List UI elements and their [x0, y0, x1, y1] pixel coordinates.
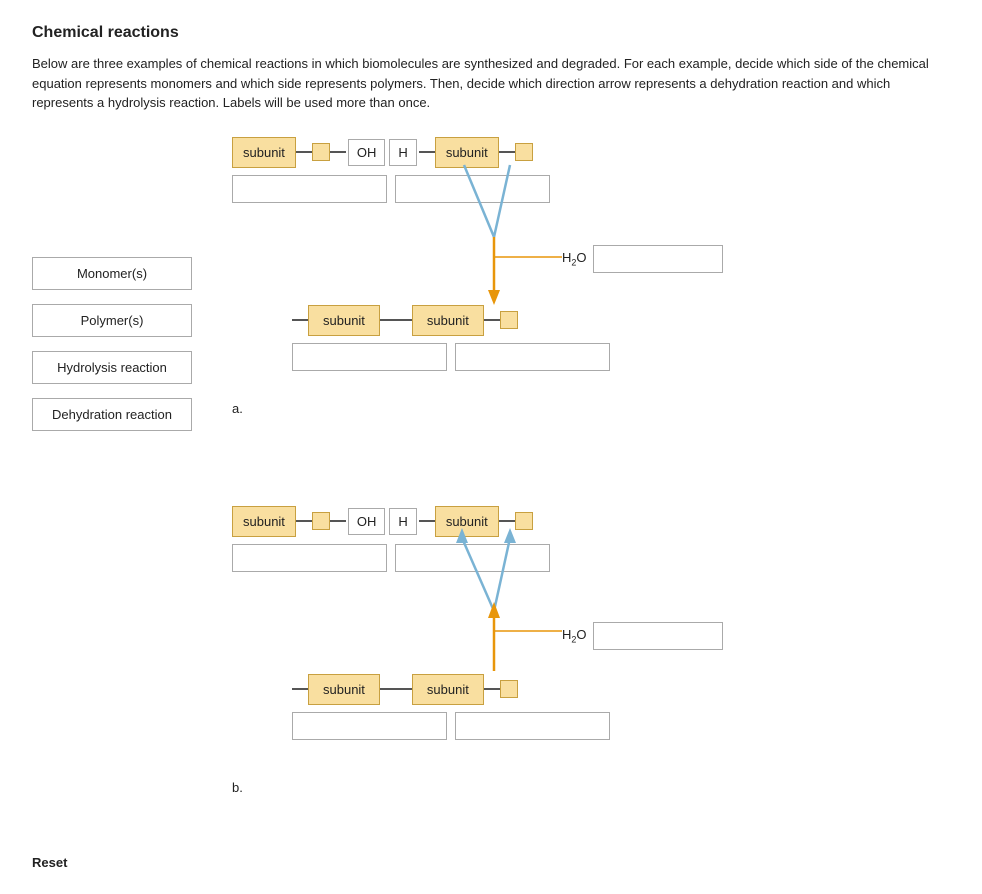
diag-b-drop-tr[interactable]	[395, 544, 550, 572]
diagram-a: subunit OH H subunit	[232, 137, 792, 397]
diagram-a-top-row: subunit OH H subunit	[232, 137, 533, 168]
connector-b-tr	[419, 520, 435, 522]
page-title: Chemical reactions	[32, 24, 950, 42]
connector-a-tr2	[499, 151, 515, 153]
diagram-a-section: subunit OH H subunit	[232, 137, 950, 416]
labels-panel: Monomer(s) Polymer(s) Hydrolysis reactio…	[32, 137, 232, 845]
diag-b-h2o-area: H2O	[562, 622, 723, 650]
diag-a-drop-tr[interactable]	[395, 175, 550, 203]
diag-b-h: H	[389, 508, 416, 535]
diag-a-subunit-tr: subunit	[435, 137, 499, 168]
connector-a-tl2	[330, 151, 346, 153]
diag-b-drop-tl[interactable]	[232, 544, 387, 572]
label-hydrolysis[interactable]: Hydrolysis reaction	[32, 351, 192, 384]
diagram-a-bottom-row: subunit subunit	[292, 305, 518, 336]
diagram-b-bottom-drops	[292, 712, 610, 740]
diagram-b-top-row: subunit OH H subunit	[232, 506, 533, 537]
diag-a-drop-h2o[interactable]	[593, 245, 723, 273]
diagram-a-label: a.	[232, 401, 950, 416]
connector-b-tl	[296, 520, 312, 522]
connector-a-tr	[419, 151, 435, 153]
diag-b-h2o-label: H2O	[562, 627, 587, 645]
diag-a-small-br	[500, 311, 518, 329]
diagram-a-top-drops	[232, 175, 550, 203]
diag-a-subunit-tl: subunit	[232, 137, 296, 168]
connector-b-tl2	[330, 520, 346, 522]
diag-b-subunit-tr: subunit	[435, 506, 499, 537]
diagram-b-label: b.	[232, 780, 950, 795]
diag-a-h2o-area: H2O	[562, 245, 723, 273]
diag-a-subunit-bl: subunit	[308, 305, 380, 336]
intro-text: Below are three examples of chemical rea…	[32, 54, 932, 113]
diagram-b-top-drops	[232, 544, 550, 572]
main-layout: Monomer(s) Polymer(s) Hydrolysis reactio…	[32, 137, 950, 845]
connector-a-bm	[380, 319, 396, 321]
diag-a-drop-br[interactable]	[455, 343, 610, 371]
connector-a-bm2	[396, 319, 412, 321]
diagrams-panel: subunit OH H subunit	[232, 137, 950, 845]
connector-b-bm2	[396, 688, 412, 690]
reset-button[interactable]: Reset	[32, 855, 67, 870]
diag-a-oh: OH	[348, 139, 386, 166]
diag-b-drop-bl[interactable]	[292, 712, 447, 740]
connector-b-tr2	[499, 520, 515, 522]
diag-b-subunit-br: subunit	[412, 674, 484, 705]
diag-b-drop-br[interactable]	[455, 712, 610, 740]
connector-b-bm	[380, 688, 396, 690]
diag-a-h: H	[389, 139, 416, 166]
label-monomers[interactable]: Monomer(s)	[32, 257, 192, 290]
diag-a-subunit-br: subunit	[412, 305, 484, 336]
connector-a-tl	[296, 151, 312, 153]
connector-b-bl	[292, 688, 308, 690]
diag-b-drop-h2o[interactable]	[593, 622, 723, 650]
diag-b-small-tl	[312, 512, 330, 530]
diag-a-h2o-label: H2O	[562, 250, 587, 268]
diagram-b-section: subunit OH H subunit	[232, 506, 950, 795]
diagram-b: subunit OH H subunit	[232, 506, 792, 776]
page: Chemical reactions Below are three examp…	[0, 0, 982, 894]
diagram-b-bottom-row: subunit subunit	[292, 674, 518, 705]
label-polymers[interactable]: Polymer(s)	[32, 304, 192, 337]
diag-a-drop-tl[interactable]	[232, 175, 387, 203]
connector-a-bl	[292, 319, 308, 321]
diagram-a-bottom-drops	[292, 343, 610, 371]
diag-b-small-tr	[515, 512, 533, 530]
diag-b-subunit-tl: subunit	[232, 506, 296, 537]
diag-b-subunit-bl: subunit	[308, 674, 380, 705]
connector-a-br	[484, 319, 500, 321]
diag-a-small-tl	[312, 143, 330, 161]
diag-b-oh: OH	[348, 508, 386, 535]
label-dehydration[interactable]: Dehydration reaction	[32, 398, 192, 431]
connector-b-br	[484, 688, 500, 690]
diag-a-small-tr	[515, 143, 533, 161]
diag-a-drop-bl[interactable]	[292, 343, 447, 371]
diag-b-small-br	[500, 680, 518, 698]
